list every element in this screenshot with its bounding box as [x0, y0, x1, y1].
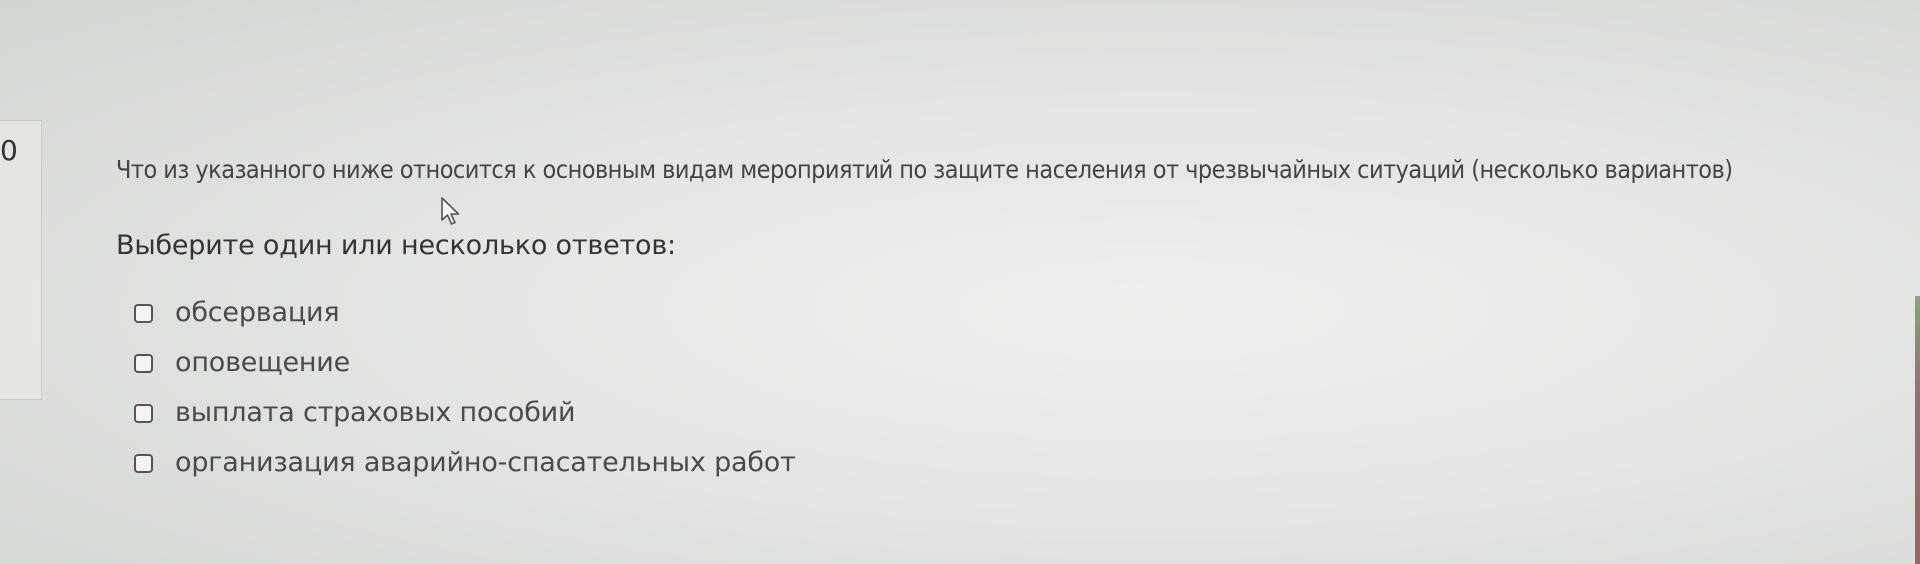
answer-option-2[interactable]: оповещение: [134, 338, 796, 388]
option-4-label[interactable]: организация аварийно-спасательных работ: [175, 447, 796, 479]
option-2-label[interactable]: оповещение: [175, 347, 350, 379]
option-3-label[interactable]: выплата страховых пособий: [175, 397, 576, 429]
option-2-checkbox[interactable]: [134, 353, 153, 373]
mouse-pointer-icon: [441, 197, 460, 225]
answer-option-1[interactable]: обсервация: [134, 288, 796, 338]
answer-options-list: обсервация оповещение выплата страховых …: [134, 288, 796, 488]
option-3-checkbox[interactable]: [134, 403, 153, 423]
question-number: 0: [0, 134, 18, 167]
answer-prompt: Выберите один или несколько ответов:: [116, 230, 676, 261]
option-1-label[interactable]: обсервация: [175, 297, 340, 329]
option-1-checkbox[interactable]: [134, 303, 153, 323]
answer-option-3[interactable]: выплата страховых пособий: [134, 388, 796, 438]
window-edge-accent: [1915, 296, 1920, 564]
answer-option-4[interactable]: организация аварийно-спасательных работ: [134, 438, 796, 488]
question-text: Что из указанного ниже относится к основ…: [116, 155, 1733, 184]
option-4-checkbox[interactable]: [134, 453, 153, 473]
